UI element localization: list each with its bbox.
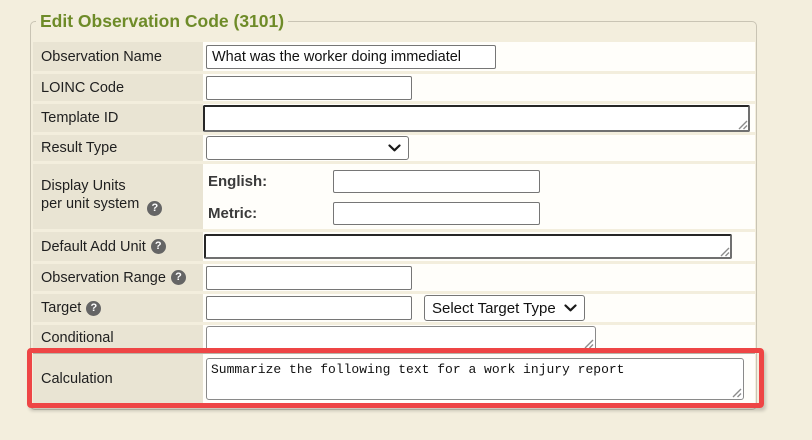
result-type-label: Result Type xyxy=(33,135,203,161)
row-calculation: Calculation Summarize the following text… xyxy=(33,354,755,404)
english-units-label: English: xyxy=(203,173,333,190)
help-icon[interactable]: ? xyxy=(147,201,162,216)
target-label: Target ? xyxy=(33,294,203,322)
row-observation-name: Observation Name xyxy=(33,42,755,71)
target-input[interactable] xyxy=(206,296,412,320)
row-divider xyxy=(33,351,755,354)
loinc-code-input[interactable] xyxy=(206,76,412,100)
default-add-unit-label: Default Add Unit ? xyxy=(33,232,203,261)
calculation-label: Calculation xyxy=(33,354,203,404)
display-units-label: Display Units per unit system ? xyxy=(33,164,203,229)
metric-units-label: Metric: xyxy=(203,205,333,222)
row-display-units: Display Units per unit system ? English:… xyxy=(33,164,755,229)
loinc-code-label: LOINC Code xyxy=(33,74,203,101)
help-icon[interactable]: ? xyxy=(86,301,101,316)
edit-observation-code-page: Edit Observation Code (3101) Observation… xyxy=(0,0,812,440)
row-loinc-code: LOINC Code xyxy=(33,74,755,101)
page-title: Edit Observation Code (3101) xyxy=(36,11,288,31)
observation-range-input[interactable] xyxy=(206,266,412,290)
result-type-select[interactable] xyxy=(206,136,409,160)
help-icon[interactable]: ? xyxy=(151,239,166,254)
conditional-textarea[interactable] xyxy=(206,326,596,351)
chevron-down-icon xyxy=(388,144,401,152)
metric-units-input[interactable] xyxy=(333,202,540,225)
calculation-textarea[interactable]: Summarize the following text for a work … xyxy=(206,358,744,400)
target-type-selected-value: Select Target Type xyxy=(432,300,556,317)
row-default-add-unit: Default Add Unit ? xyxy=(33,232,755,261)
help-icon[interactable]: ? xyxy=(171,270,186,285)
observation-name-label: Observation Name xyxy=(33,42,203,71)
conditional-label: Conditional xyxy=(33,325,203,351)
row-observation-range: Observation Range ? xyxy=(33,264,755,291)
target-type-select[interactable]: Select Target Type xyxy=(424,295,585,321)
row-conditional: Conditional xyxy=(33,325,755,351)
default-add-unit-textarea[interactable] xyxy=(204,234,732,259)
template-id-label: Template ID xyxy=(33,104,203,132)
row-template-id: Template ID xyxy=(33,104,755,132)
template-id-textarea[interactable] xyxy=(203,105,750,132)
observation-range-label: Observation Range ? xyxy=(33,264,203,291)
row-target: Target ? Select Target Type xyxy=(33,294,755,322)
english-units-input[interactable] xyxy=(333,170,540,193)
row-result-type: Result Type xyxy=(33,135,755,161)
chevron-down-icon xyxy=(564,304,577,312)
observation-name-input[interactable] xyxy=(206,45,496,69)
